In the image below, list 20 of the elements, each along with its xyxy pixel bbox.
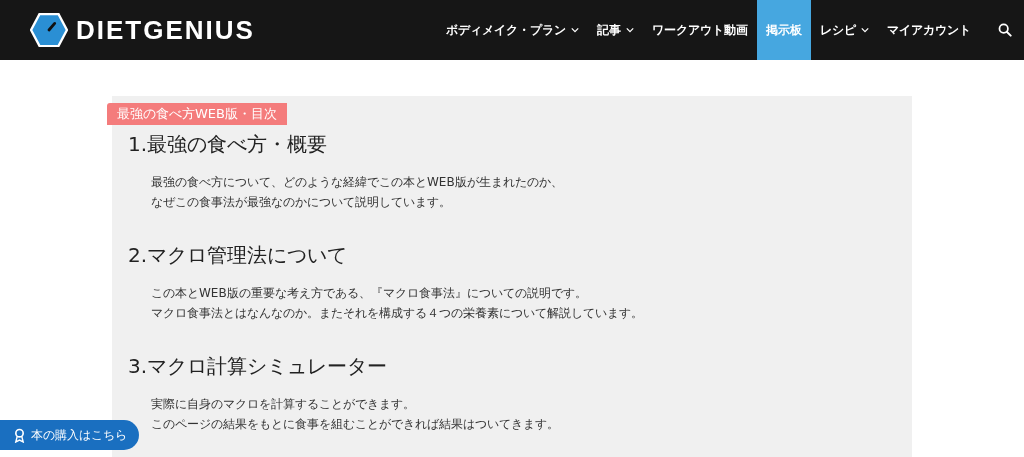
nav-item[interactable]: 記事 [588, 0, 643, 60]
section-heading[interactable]: 1.最強の食べ方・概要 [128, 131, 912, 158]
nav-item[interactable]: マイアカウント [878, 0, 980, 60]
section-description: 最強の食べ方について、どのような経緯でこの本とWEB版が生まれたのか、 [151, 174, 564, 191]
logo-text[interactable]: DIETGENIUS [76, 14, 255, 46]
nav-item[interactable]: ボディメイク・プラン [437, 0, 588, 60]
section-heading[interactable]: 2.マクロ管理法について [128, 242, 912, 269]
section-description: なぜこの食事法が最強なのかについて説明しています。 [151, 194, 452, 211]
logo-icon [30, 13, 68, 47]
section-description: このページの結果をもとに食事を組むことができれば結果はついてきます。 [151, 416, 560, 433]
nav-item[interactable]: レシピ [811, 0, 878, 60]
buy-book-button[interactable]: 本の購入はこちら [0, 420, 139, 450]
section-description: この本とWEB版の重要な考え方である、『マクロ食事法』についての説明です。 [151, 285, 588, 302]
toc-label: 最強の食べ方WEB版・目次 [107, 103, 287, 125]
search-icon[interactable] [998, 23, 1012, 37]
section-description: マクロ食事法とはなんなのか。またそれを構成する４つの栄養素について解説しています。 [151, 305, 644, 322]
section-heading[interactable]: 3.マクロ計算シミュレーター [128, 353, 912, 380]
nav-item[interactable]: ワークアウト動画 [643, 0, 757, 60]
award-icon [14, 427, 25, 443]
section-description: 実際に自身のマクロを計算することができます。 [151, 396, 416, 413]
